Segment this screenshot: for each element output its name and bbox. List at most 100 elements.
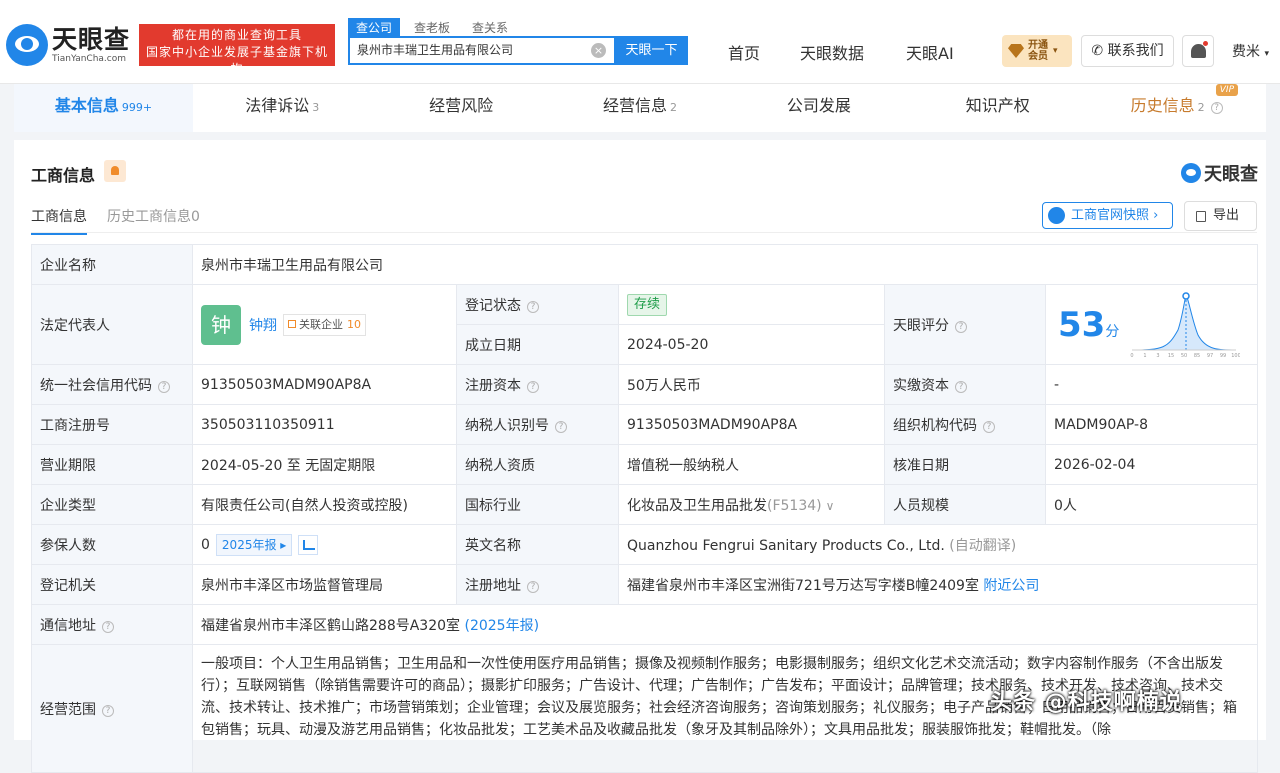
help-icon[interactable]: ? xyxy=(955,320,967,333)
company-type: 有限责任公司(自然人投资或控股) xyxy=(192,484,457,525)
cell-label: 登记机关 xyxy=(31,564,193,605)
label-text: 组织机构代码 xyxy=(893,417,977,434)
related-count: 10 xyxy=(347,317,361,331)
help-icon[interactable]: ? xyxy=(1210,102,1223,114)
search-button[interactable]: 天眼一下 xyxy=(615,36,688,65)
paid-capital: - xyxy=(1045,364,1258,405)
help-icon[interactable]: ? xyxy=(527,380,539,393)
logo-domain: TianYanCha.com xyxy=(52,53,127,64)
annual-report-badge[interactable]: 2025年报 ▸ xyxy=(215,533,293,556)
export-icon xyxy=(1196,211,1206,222)
label-text: 实缴资本 xyxy=(893,377,949,394)
brand-text: 天眼查 xyxy=(1204,164,1258,185)
annual-report-link[interactable]: (2025年报) xyxy=(464,618,539,634)
official-snapshot-button[interactable]: 工商官网快照 › xyxy=(1042,202,1173,229)
score-distribution-chart: 0 1 3 15 50 85 97 99 100 xyxy=(1130,291,1241,359)
contact-button[interactable]: ✆ 联系我们 xyxy=(1081,35,1174,67)
help-icon[interactable]: ? xyxy=(955,380,967,393)
tick-label: 50 xyxy=(1181,353,1187,359)
industry-code: (F5134) xyxy=(767,497,822,514)
cell-label: 纳税人资质 xyxy=(456,444,619,485)
export-button[interactable]: 导出 xyxy=(1184,201,1257,231)
address-cell: 福建省泉州市丰泽区宝洲街721号万达写字楼B幢2409室 附近公司 xyxy=(618,564,1258,605)
cell-label: 天眼评分? xyxy=(884,284,1046,365)
tick-label: 15 xyxy=(1168,353,1174,359)
help-icon[interactable]: ? xyxy=(102,704,114,717)
related-label: 关联企业 xyxy=(299,317,343,331)
section-title: 工商信息 xyxy=(31,166,96,185)
clear-icon[interactable]: × xyxy=(591,43,606,58)
monitor-bell-icon[interactable] xyxy=(104,160,126,182)
status-cell: 存续 xyxy=(618,284,885,325)
help-icon[interactable]: ? xyxy=(158,380,170,393)
label-text: 登记状态 xyxy=(465,297,521,314)
cell-label: 统一社会信用代码? xyxy=(31,364,193,405)
related-companies-badge[interactable]: 关联企业 10 xyxy=(283,313,366,336)
approval-date: 2026-02-04 xyxy=(1045,444,1258,485)
search-input[interactable]: 泉州市丰瑞卫生用品有限公司 × xyxy=(348,36,616,65)
help-icon[interactable]: ? xyxy=(983,420,995,433)
legal-rep-cell: 钟钟翔 关联企业 10 xyxy=(192,284,457,365)
help-icon[interactable]: ? xyxy=(527,580,539,593)
help-icon[interactable]: ? xyxy=(555,420,567,433)
search-tab-boss[interactable]: 查老板 xyxy=(406,18,458,37)
subtab-business-info[interactable]: 工商信息 xyxy=(31,206,87,235)
tick-label: 97 xyxy=(1207,353,1213,359)
vip-button[interactable]: 开通 会员 ▾ xyxy=(1002,35,1072,67)
nav-data[interactable]: 天眼数据 xyxy=(800,40,864,64)
chart-icon[interactable] xyxy=(298,534,319,555)
registered-capital: 50万人民币 xyxy=(618,364,885,405)
cell-label: 国标行业 xyxy=(456,484,619,525)
nearby-companies-link[interactable]: 附近公司 xyxy=(983,578,1039,594)
search-tab-company[interactable]: 查公司 xyxy=(348,18,401,37)
nav-home[interactable]: 首页 xyxy=(728,40,760,64)
tab-operation[interactable]: 经营信息 2 xyxy=(551,84,730,132)
site-logo[interactable]: 天眼查 TianYanCha.com xyxy=(6,24,130,66)
tab-count: 2 xyxy=(1197,101,1205,114)
notification-button[interactable] xyxy=(1182,35,1214,67)
help-icon[interactable]: ? xyxy=(527,300,539,313)
cell-label: 法定代表人 xyxy=(31,284,193,365)
chevron-down-icon[interactable]: ∨ xyxy=(826,499,835,513)
avatar[interactable]: 钟 xyxy=(201,304,241,345)
tab-litigation[interactable]: 法律诉讼 3 xyxy=(193,84,372,132)
contact-label: 联系我们 xyxy=(1107,43,1164,59)
taxpayer-id: 91350503MADM90AP8A xyxy=(618,404,885,445)
nav-ai[interactable]: 天眼AI xyxy=(906,40,954,64)
legal-rep-link[interactable]: 钟翔 xyxy=(249,318,277,334)
brand-logo: 天眼查 xyxy=(1181,160,1258,186)
tick-label: 99 xyxy=(1220,353,1226,359)
search-input-value: 泉州市丰瑞卫生用品有限公司 xyxy=(357,43,514,57)
vip-line2: 会员 xyxy=(1028,51,1048,62)
insured-cell: 0 2025年报 ▸ xyxy=(192,524,457,565)
table-row: 登记机关 泉州市丰泽区市场监督管理局 注册地址? 福建省泉州市丰泽区宝洲街721… xyxy=(31,564,1258,605)
cell-label: 核准日期 xyxy=(884,444,1046,485)
caret-down-icon: ▾ xyxy=(1053,46,1058,56)
cell-label: 登记状态? xyxy=(456,284,619,325)
staff-size: 0人 xyxy=(1045,484,1258,525)
tab-risk[interactable]: 经营风险 xyxy=(372,84,551,132)
label-text: 注册资本 xyxy=(465,377,521,394)
user-menu[interactable]: 费米 ▾ xyxy=(1232,41,1269,61)
cell-label: 注册资本? xyxy=(456,364,619,405)
tab-history[interactable]: 历史信息 2? VIP xyxy=(1087,84,1266,132)
slogan-banner[interactable]: 都在用的商业查询工具 国家中小企业发展子基金旗下机构 xyxy=(139,24,335,76)
cell-label: 注册地址? xyxy=(456,564,619,605)
tab-development[interactable]: 公司发展 xyxy=(729,84,908,132)
table-row: 工商注册号 350503110350911 纳税人识别号? 91350503MA… xyxy=(31,404,1258,445)
search-tab-relation[interactable]: 查关系 xyxy=(464,18,516,37)
user-name: 费米 xyxy=(1232,44,1260,60)
tab-basic-info[interactable]: 基本信息 999+ xyxy=(14,84,193,132)
cell-label: 通信地址? xyxy=(31,604,193,645)
credit-code: 91350503MADM90AP8A xyxy=(192,364,457,405)
subtab-history-business[interactable]: 历史工商信息0 xyxy=(107,206,200,226)
help-icon[interactable]: ? xyxy=(102,620,114,633)
industry-cell[interactable]: 化妆品及卫生用品批发(F5134) ∨ xyxy=(618,484,885,525)
label-text: 统一社会信用代码 xyxy=(40,377,152,394)
tab-ip[interactable]: 知识产权 xyxy=(908,84,1087,132)
phone-icon: ✆ xyxy=(1091,43,1108,59)
table-row: 通信地址? 福建省泉州市丰泽区鹤山路288号A320室 (2025年报) xyxy=(31,604,1258,645)
score-cell[interactable]: 53分 0 1 3 15 50 85 97 99 100 xyxy=(1045,284,1258,365)
org-code: MADM90AP-8 xyxy=(1045,404,1258,445)
tick-label: 85 xyxy=(1194,353,1200,359)
